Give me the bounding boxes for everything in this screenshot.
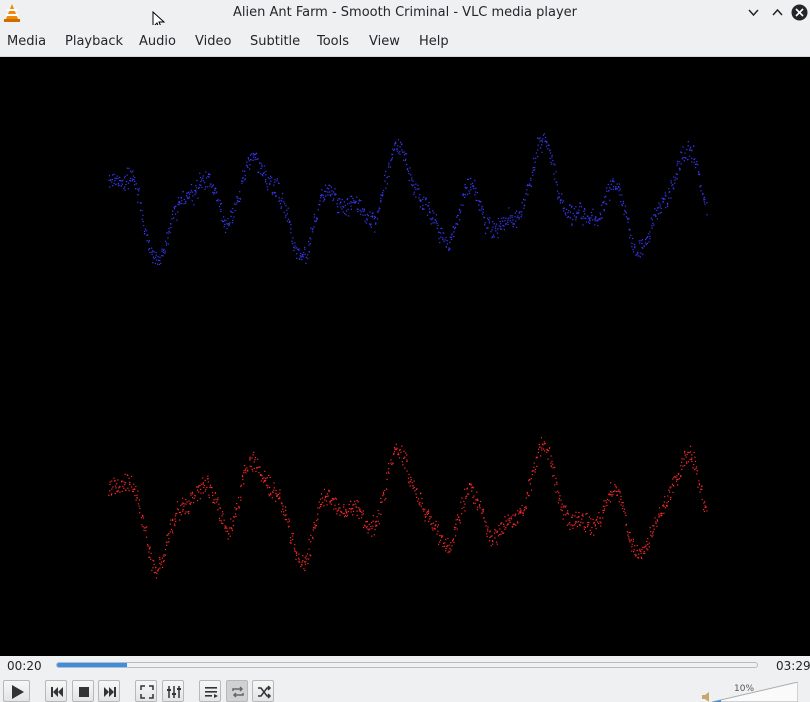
left-channel-waveform <box>108 133 708 265</box>
menu-audio[interactable]: Audio <box>139 34 176 49</box>
window-title: Alien Ant Farm - Smooth Criminal - VLC m… <box>232 5 578 20</box>
video-area[interactable] <box>0 57 810 656</box>
window-titlebar: Alien Ant Farm - Smooth Criminal - VLC m… <box>0 0 810 31</box>
previous-icon <box>51 687 63 697</box>
audio-visualization <box>108 133 708 579</box>
loop-button[interactable] <box>226 680 248 702</box>
shuffle-button[interactable] <box>252 680 274 702</box>
extended-settings-icon <box>167 686 181 698</box>
next-button[interactable] <box>98 680 120 702</box>
stop-button[interactable] <box>72 680 94 702</box>
fullscreen-button[interactable] <box>135 680 157 702</box>
previous-button[interactable] <box>45 680 67 702</box>
right-channel-waveform <box>108 437 708 579</box>
minimize-icon[interactable] <box>745 4 762 21</box>
menu-playback[interactable]: Playback <box>65 34 123 49</box>
menu-help[interactable]: Help <box>419 34 449 49</box>
extended-settings-button[interactable] <box>162 680 184 702</box>
next-icon <box>104 687 116 697</box>
elapsed-time[interactable]: 00:20 <box>7 659 42 673</box>
fullscreen-icon <box>140 685 154 699</box>
maximize-icon[interactable] <box>769 4 786 21</box>
stop-icon <box>79 687 89 697</box>
menu-video[interactable]: Video <box>195 34 231 49</box>
menu-media[interactable]: Media <box>7 34 46 49</box>
menu-bar: Media Playback Audio Video Subtitle Tool… <box>0 25 810 57</box>
seek-slider[interactable] <box>56 662 758 668</box>
loop-icon <box>232 686 244 698</box>
play-icon <box>12 685 24 699</box>
volume-slider[interactable] <box>712 682 798 702</box>
menu-subtitle[interactable]: Subtitle <box>250 34 300 49</box>
play-button[interactable] <box>3 680 30 702</box>
playlist-button[interactable] <box>199 680 221 702</box>
menu-tools[interactable]: Tools <box>317 34 349 49</box>
controls-panel: 00:20 03:29 10% <box>0 656 810 702</box>
shuffle-icon <box>258 685 272 699</box>
total-time[interactable]: 03:29 <box>776 659 810 673</box>
playlist-icon <box>205 687 218 698</box>
seek-progress <box>57 663 127 667</box>
close-icon[interactable] <box>791 4 808 21</box>
menu-view[interactable]: View <box>369 34 400 49</box>
speaker-icon <box>702 692 709 702</box>
